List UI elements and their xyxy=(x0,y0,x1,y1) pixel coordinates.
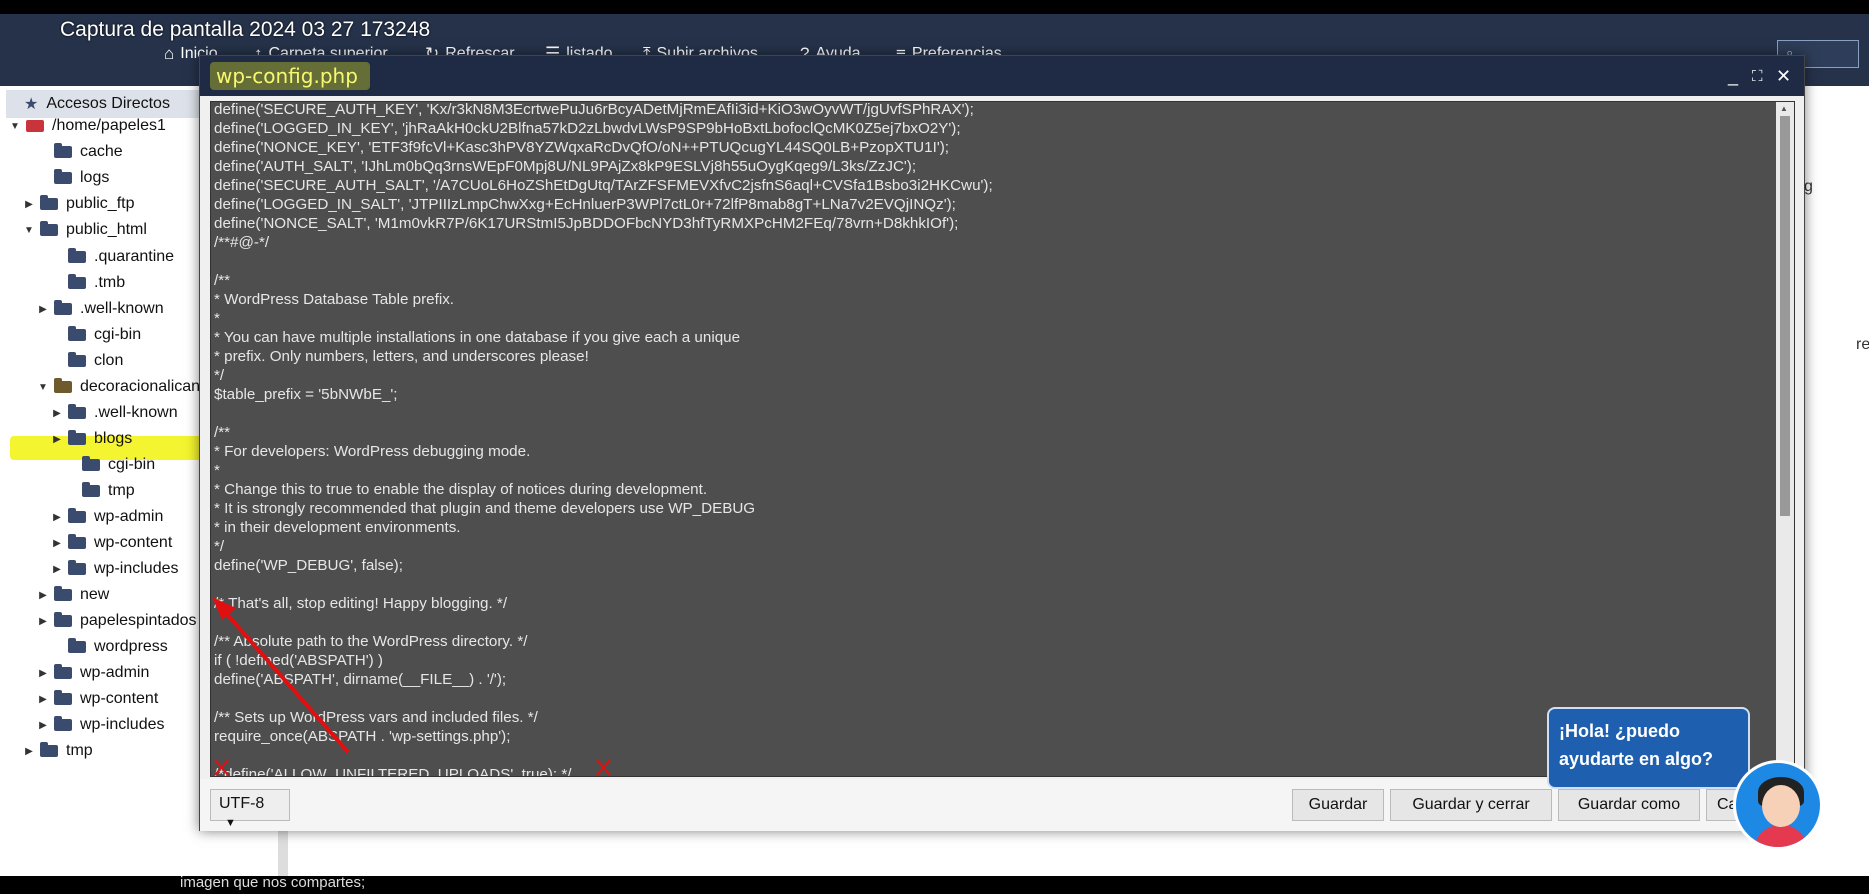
red-cross-mark xyxy=(214,759,229,776)
window-title: Captura de pantalla 2024 03 27 173248 xyxy=(60,18,431,41)
annotation-overlay xyxy=(212,597,611,776)
red-cross-mark xyxy=(596,759,611,776)
red-arrow-line xyxy=(216,602,350,754)
screen: ⌂ Inicio ↑ Carpeta superior ↻ Refrescar … xyxy=(0,0,1869,894)
red-arrow-head xyxy=(212,597,236,620)
background-bottom-text: imagen que nos compartes; xyxy=(180,874,366,891)
